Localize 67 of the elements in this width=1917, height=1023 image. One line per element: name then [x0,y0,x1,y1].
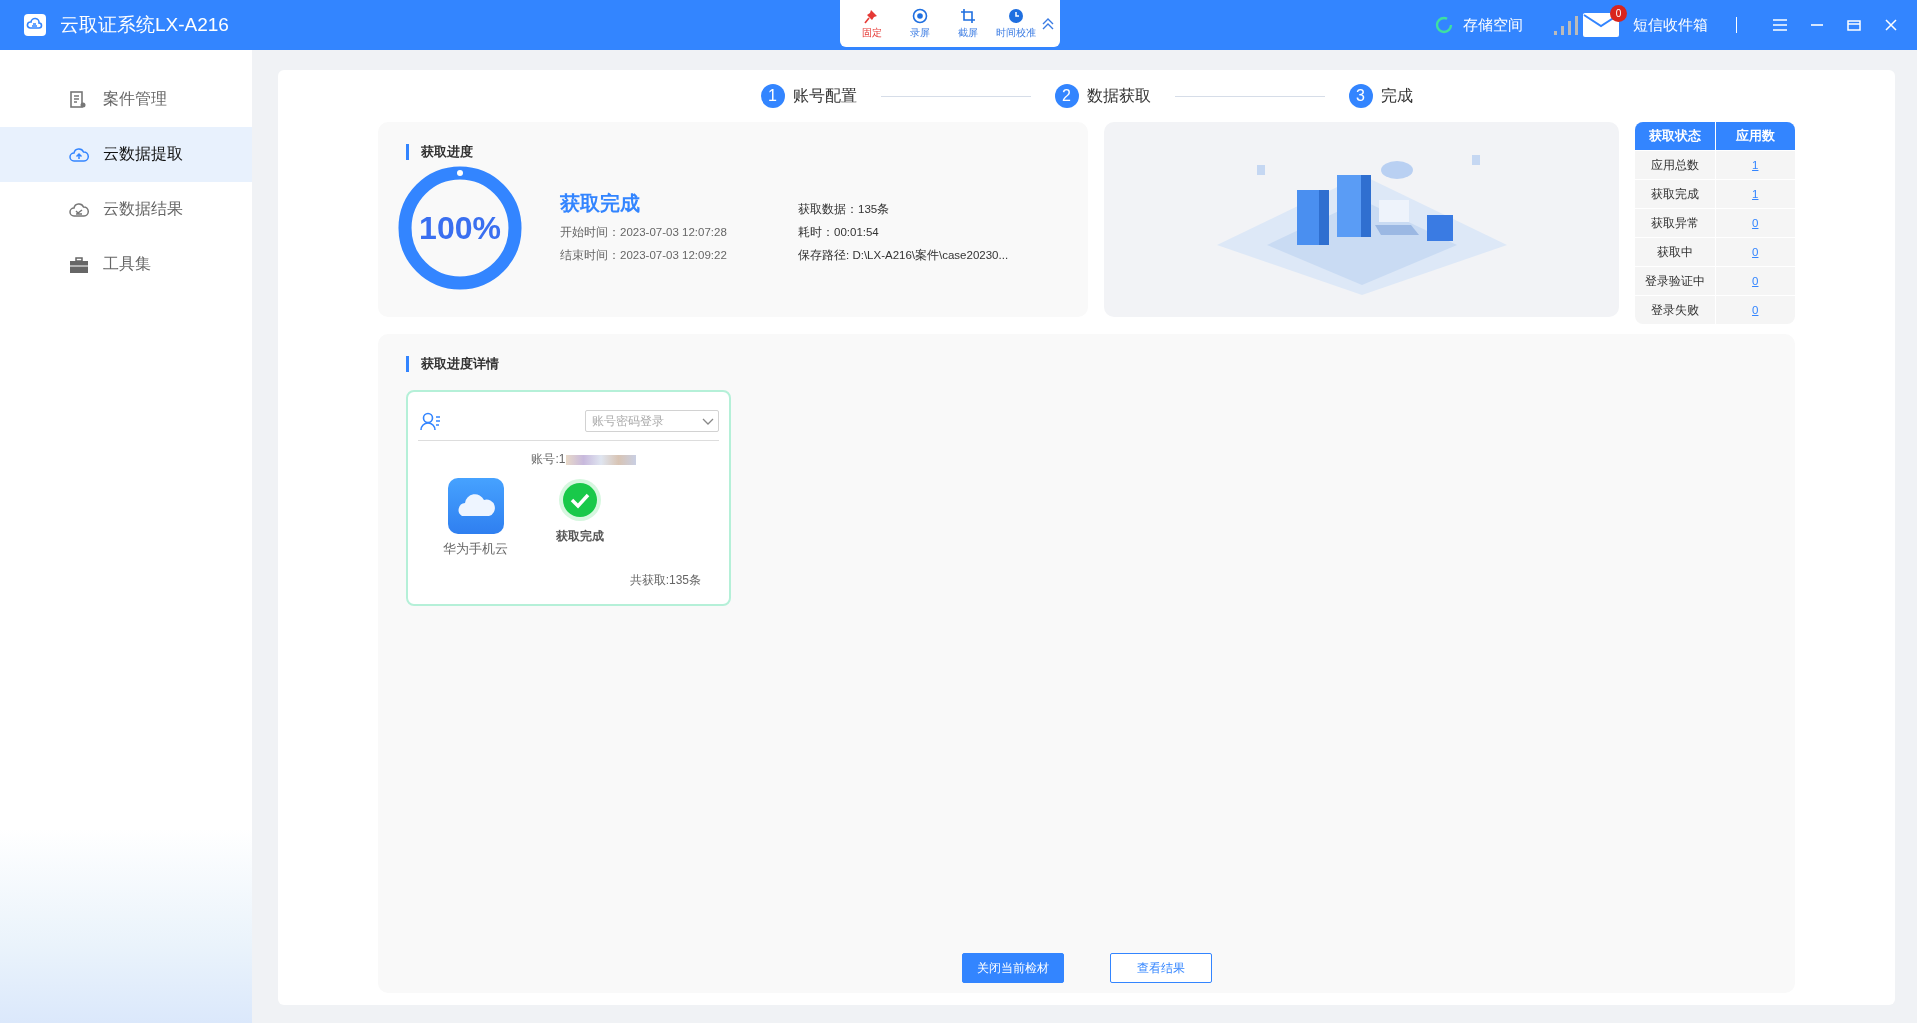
maximize-icon[interactable] [1847,19,1861,31]
step-label: 完成 [1380,85,1413,106]
unread-badge: 0 [1610,5,1627,22]
count-link[interactable]: 1 [1752,159,1759,171]
close-button[interactable]: 关闭当前检材 [961,953,1064,983]
close-icon[interactable] [1885,19,1897,31]
count-link[interactable]: 0 [1752,217,1759,229]
duration: 耗时：00:01:54 [798,224,880,240]
sidebar-item[interactable]: 工具集 [0,237,252,292]
cloud-upload-icon [69,145,89,164]
sidebar-item[interactable]: 云数据结果 [0,182,252,237]
record-icon [912,7,928,24]
progress-percent: 100% [418,210,502,247]
user-list-icon [420,411,441,431]
redaction-blur [565,454,636,465]
count-link[interactable]: 0 [1752,304,1759,316]
count-link[interactable]: 1 [1752,188,1759,200]
table-cell-text: 应用总数 [1649,157,1700,173]
app-name: 华为手机云 [443,540,508,558]
section-title: 获取进度 [406,144,1060,160]
table-cell-text: 获取中 [1655,244,1694,260]
step-number: 2 [1054,84,1079,108]
table-cell-text: 获取完成 [1649,186,1700,202]
login-mode-dropdown[interactable]: 账号密码登录 [585,410,719,432]
end-time: 结束时间：2023-07-03 12:09:22 [560,247,728,263]
account-label: 账号:1 [531,451,566,468]
count-link[interactable]: 0 [1752,275,1759,287]
toolbar-button[interactable]: 固定 [850,4,894,43]
cloud-check-icon [69,200,89,219]
step-number: 1 [760,84,785,108]
app-logo-icon [24,14,46,36]
view-results-button[interactable]: 查看结果 [1109,953,1212,983]
check-circle-icon [558,478,602,522]
sidebar-item[interactable]: 案件管理 [0,72,252,127]
data-count: 获取数据：135条 [798,201,891,217]
app-title: 云取证系统LX-A216 [60,13,229,37]
step-label: 数据获取 [1086,85,1151,106]
menu-icon[interactable] [1773,19,1787,31]
sms-inbox-label[interactable]: 短信收件箱 [1633,15,1708,35]
total-count: 共获取:135条 [628,572,702,589]
table-cell-text: 获取异常 [1649,215,1700,231]
status-label: 获取完成 [556,528,604,545]
pin-icon [864,7,880,24]
save-path: 保存路径: D:\LX-A216\案件\case20230... [798,247,1009,263]
step-number: 3 [1348,84,1373,108]
table-cell-text: 登录失败 [1649,302,1700,318]
crop-icon [960,7,976,24]
signal-icon [1553,14,1579,36]
collapse-icon[interactable] [1042,17,1054,30]
column-header: 应用数 [1714,122,1795,150]
table-cell-text: 登录验证中 [1643,273,1706,289]
section-title: 获取进度详情 [406,356,1767,372]
count-link[interactable]: 0 [1752,246,1759,258]
toolbar-button[interactable]: 截屏 [946,4,990,43]
toolbar-button[interactable]: 时间校准 [994,4,1038,43]
start-time: 开始时间：2023-07-03 12:07:28 [560,224,728,240]
status-text: 获取完成 [560,190,641,216]
clock-icon [1008,7,1024,24]
column-header: 获取状态 [1647,127,1702,145]
cloud-app-icon [447,478,504,534]
sidebar-item[interactable]: 云数据提取 [0,127,252,182]
step-label: 账号配置 [792,85,857,106]
storage-label[interactable]: 存储空间 [1463,15,1523,35]
toolbox-icon [69,255,89,274]
storage-ring-icon [1435,16,1453,34]
toolbar-button[interactable]: 录屏 [898,4,942,43]
chevron-down-icon [702,417,714,425]
